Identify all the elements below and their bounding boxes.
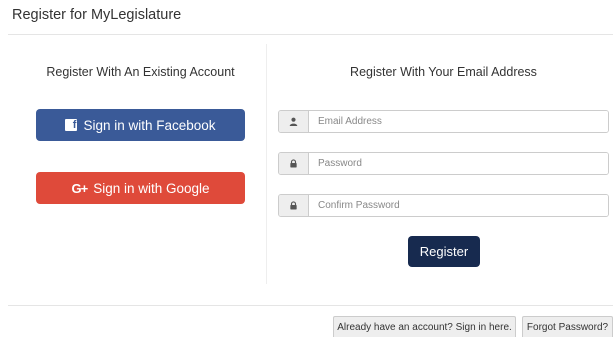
facebook-sign-in-button[interactable]: f Sign in with Facebook: [36, 109, 245, 141]
facebook-icon: f: [65, 119, 78, 131]
user-icon: [279, 111, 309, 132]
sign-in-link-button[interactable]: Already have an account? Sign in here.: [333, 316, 516, 337]
facebook-sign-in-label: Sign in with Facebook: [83, 117, 216, 133]
email-field[interactable]: [309, 111, 608, 132]
footer-divider: [8, 305, 613, 306]
confirm-password-field[interactable]: [309, 195, 608, 216]
confirm-password-input-group: [278, 194, 609, 217]
page-title: Register for MyLegislature: [12, 7, 182, 23]
lock-icon: [279, 153, 309, 174]
header-divider: [8, 34, 613, 35]
forgot-password-button[interactable]: Forgot Password?: [522, 316, 613, 337]
register-button[interactable]: Register: [408, 236, 480, 267]
column-divider: [266, 44, 267, 284]
google-sign-in-button[interactable]: G+ Sign in with Google: [36, 172, 245, 204]
email-input-group: [278, 110, 609, 133]
existing-account-heading: Register With An Existing Account: [46, 65, 235, 79]
email-register-heading: Register With Your Email Address: [350, 65, 537, 79]
google-plus-icon: G+: [71, 180, 88, 196]
google-sign-in-label: Sign in with Google: [93, 180, 210, 196]
password-field[interactable]: [309, 153, 608, 174]
lock-icon: [279, 195, 309, 216]
password-input-group: [278, 152, 609, 175]
